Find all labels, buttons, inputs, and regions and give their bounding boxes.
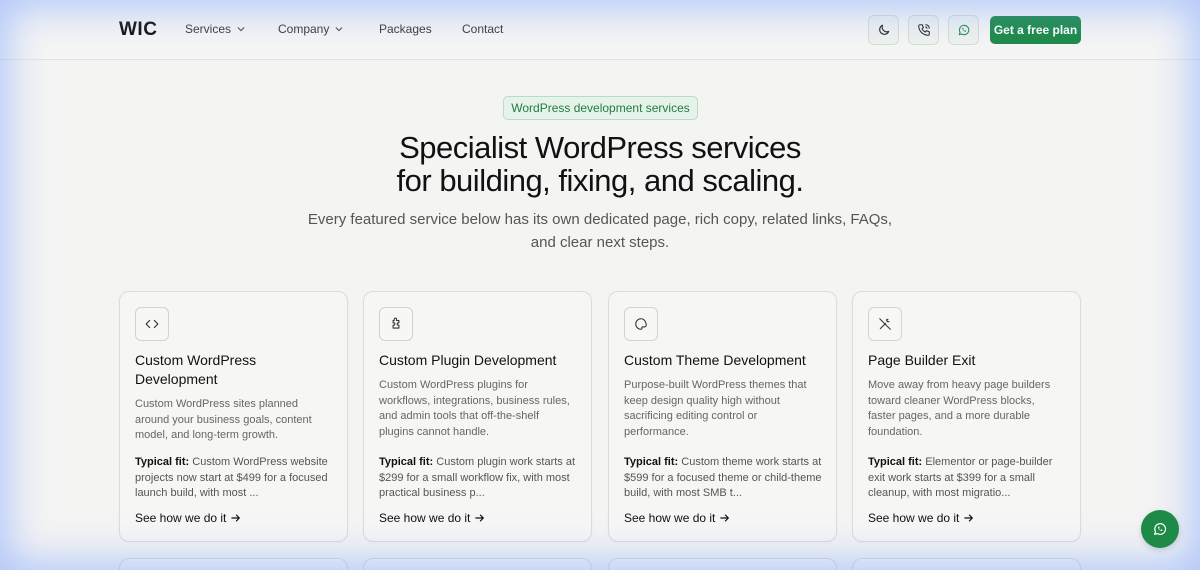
card-typical-fit: Typical fit: Custom theme work starts at… [624,455,824,502]
floating-whatsapp-button[interactable] [1141,510,1179,548]
arrow-right-icon [720,514,730,522]
phone-icon [917,24,930,36]
card-icon-frame [135,307,169,341]
typical-fit-label: Typical fit: [868,456,923,468]
service-card-custom-plugin[interactable]: Custom Plugin Development Custom WordPre… [363,291,592,542]
wand-off-icon [879,318,891,330]
typical-fit-label: Typical fit: [624,456,679,468]
service-card-partial[interactable] [119,558,348,570]
card-description: Move away from heavy page builders towar… [868,379,1051,438]
palette-icon [635,318,647,330]
arrow-right-icon [964,514,974,522]
page-title-line-2: for building, fixing, and scaling. [396,163,804,198]
nav-item-label: Packages [379,22,432,36]
theme-toggle-button[interactable] [868,15,899,45]
link-label: See how we do it [379,511,471,525]
page-subtitle: Every featured service below has its own… [307,211,893,251]
see-how-link[interactable]: See how we do it [135,511,241,525]
service-card-custom-theme[interactable]: Custom Theme Development Purpose-built W… [608,291,837,542]
nav-item-company[interactable]: Company [278,22,343,36]
service-card-partial[interactable] [608,558,837,570]
link-label: See how we do it [135,511,227,525]
card-title: Custom Plugin Development [379,352,557,368]
nav-item-packages[interactable]: Packages [379,22,432,36]
nav-item-services[interactable]: Services [185,22,245,36]
code-icon [145,319,159,329]
link-label: See how we do it [868,511,960,525]
chevron-down-icon [237,27,245,32]
card-description: Custom WordPress sites planned around yo… [135,398,312,442]
get-free-plan-button[interactable]: Get a free plan [990,16,1081,44]
call-button[interactable] [908,15,939,45]
logo[interactable]: WIC [119,19,157,41]
chevron-down-icon [335,27,343,32]
nav-item-label: Contact [462,22,504,36]
card-typical-fit: Typical fit: Custom plugin work starts a… [379,455,579,502]
service-card-page-builder-exit[interactable]: Page Builder Exit Move away from heavy p… [852,291,1081,542]
card-icon-frame [379,307,413,341]
moon-icon [878,24,889,35]
section-badge: WordPress development services [503,96,698,120]
link-label: See how we do it [624,511,716,525]
arrow-right-icon [475,514,485,522]
nav-item-label: Company [278,22,330,36]
card-description: Purpose-built WordPress themes that keep… [624,379,807,438]
card-typical-fit: Typical fit: Elementor or page-builder e… [868,455,1068,502]
see-how-link[interactable]: See how we do it [624,511,730,525]
card-title: Custom WordPress Development [135,352,257,387]
see-how-link[interactable]: See how we do it [379,511,485,525]
whatsapp-icon [958,24,969,36]
site-header: WIC Services Company Packages Contact Ge… [0,0,1200,60]
whatsapp-button[interactable] [948,15,979,45]
service-card-partial[interactable] [852,558,1081,570]
card-icon-frame [868,307,902,341]
whatsapp-icon [1154,523,1167,535]
nav-item-label: Services [185,22,232,36]
card-typical-fit: Typical fit: Custom WordPress website pr… [135,455,335,502]
page-title: Specialist WordPress services for buildi… [300,131,900,197]
nav-item-contact[interactable]: Contact [462,22,503,36]
arrow-right-icon [231,514,241,522]
typical-fit-label: Typical fit: [379,456,434,468]
card-title: Page Builder Exit [868,352,976,368]
service-card-custom-wordpress[interactable]: Custom WordPress Development Custom Word… [119,291,348,542]
page-title-line-1: Specialist WordPress services [399,130,801,165]
service-card-partial[interactable] [363,558,592,570]
puzzle-icon [392,317,400,329]
card-title: Custom Theme Development [624,352,806,368]
card-description: Custom WordPress plugins for workflows, … [379,379,570,438]
typical-fit-label: Typical fit: [135,456,190,468]
see-how-link[interactable]: See how we do it [868,511,974,525]
card-icon-frame [624,307,658,341]
